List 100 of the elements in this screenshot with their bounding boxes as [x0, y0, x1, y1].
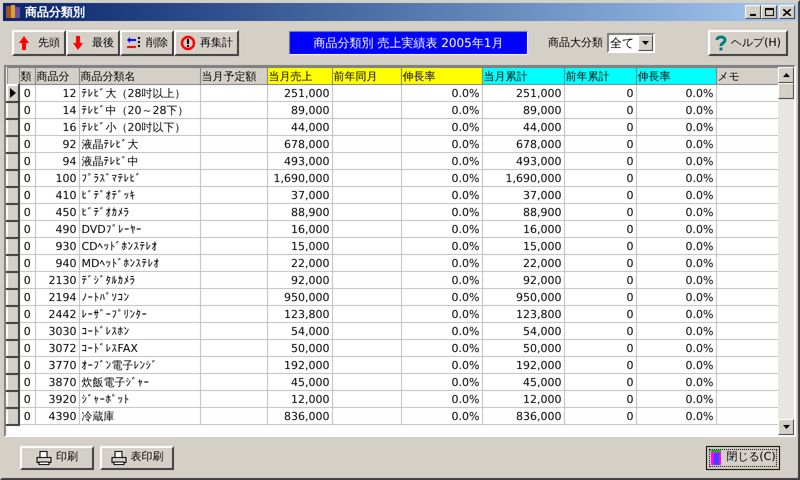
table-cell: 836,000 — [267, 408, 332, 424]
table-cell: 930 — [35, 238, 79, 254]
table-cell: ﾃﾞｼﾞﾀﾙｶﾒﾗ — [79, 272, 200, 288]
table-cell: 0.0% — [636, 374, 716, 390]
print-button[interactable]: 表印刷 — [100, 446, 174, 470]
table-cell: CDﾍｯﾄﾞﾎﾝｽﾃﾚｵ — [79, 238, 200, 254]
close-window-button[interactable]: 閉じる(C) — [706, 446, 780, 470]
table-cell: 490 — [35, 220, 79, 238]
minimize-button[interactable] — [745, 5, 761, 19]
table-cell: 0 — [564, 288, 636, 306]
table-cell: 22,000 — [267, 254, 332, 272]
column-header[interactable]: 商品分 — [35, 68, 79, 84]
table-cell: 0.0% — [401, 238, 482, 254]
table-cell: 0 — [19, 288, 35, 306]
table-cell: 0 — [564, 356, 636, 374]
table-cell: 0.0% — [636, 356, 716, 374]
table-cell: 0.0% — [401, 408, 482, 424]
table-cell: 2194 — [35, 288, 79, 306]
maximize-button[interactable] — [761, 5, 777, 19]
table-cell: 44,000 — [482, 118, 564, 136]
column-header[interactable]: 前年同月 — [332, 68, 401, 84]
scrollbar-thumb[interactable] — [778, 83, 794, 99]
table-cell: 94 — [35, 152, 79, 170]
table-cell: 3870 — [35, 374, 79, 390]
table-cell: 0.0% — [401, 84, 482, 102]
table-cell: 0 — [564, 186, 636, 204]
row-selector[interactable] — [7, 84, 19, 102]
scroll-up-icon[interactable] — [782, 73, 790, 77]
column-header[interactable]: 商品分類名 — [79, 68, 200, 84]
column-header[interactable]: 伸長率 — [636, 68, 716, 84]
table-cell: 0 — [564, 152, 636, 170]
toolbar-button[interactable]: 削除 — [120, 30, 174, 56]
toolbar-button[interactable]: 再集計 — [174, 30, 239, 56]
toolbar-button[interactable]: 最後 — [66, 30, 120, 56]
table-cell: 678,000 — [482, 136, 564, 152]
table-cell: ﾃﾚﾋﾞ大（28吋以上） — [79, 84, 200, 102]
table-cell: 54,000 — [482, 322, 564, 340]
table-cell: 液晶ﾃﾚﾋﾞ大 — [79, 136, 200, 152]
table-cell: 0 — [19, 102, 35, 118]
table-cell: 0.0% — [401, 220, 482, 238]
table-cell: 0 — [564, 170, 636, 186]
table-cell: 12 — [35, 84, 79, 102]
table-cell: 炊飯電子ｼﾞｬｰ — [79, 374, 200, 390]
close-button[interactable] — [779, 5, 795, 19]
table-cell: 4390 — [35, 408, 79, 424]
current-row-icon — [10, 88, 16, 98]
table-cell: 0.0% — [401, 118, 482, 136]
table-cell: 92 — [35, 136, 79, 152]
table-cell: 0 — [564, 322, 636, 340]
table-cell: 678,000 — [267, 136, 332, 152]
table-cell: 123,800 — [267, 306, 332, 322]
window-title: 商品分類別 — [25, 4, 85, 21]
table-cell: DVDﾌﾟﾚｰﾔｰ — [79, 220, 200, 238]
table-cell: 410 — [35, 186, 79, 204]
table-cell: 0 — [19, 186, 35, 204]
column-header[interactable]: 類 — [19, 68, 35, 84]
table-cell: 0.0% — [401, 254, 482, 272]
column-header[interactable]: 前年累計 — [564, 68, 636, 84]
help-button[interactable]: ヘルプ(H) — [708, 30, 788, 56]
vertical-scrollbar[interactable] — [778, 67, 794, 435]
category-dropdown[interactable]: 全て — [607, 33, 655, 53]
column-header[interactable]: 当月売上 — [267, 68, 332, 84]
column-header[interactable]: 当月予定額 — [200, 68, 267, 84]
table-cell: 2442 — [35, 306, 79, 322]
table-cell: 44,000 — [267, 118, 332, 136]
column-header[interactable]: 伸長率 — [401, 68, 482, 84]
table-cell: 14 — [35, 102, 79, 118]
table-cell: 15,000 — [267, 238, 332, 254]
table-cell: ﾃﾚﾋﾞ中（20～28下） — [79, 102, 200, 118]
table-cell: ｼﾞｬｰﾎﾟｯﾄ — [79, 390, 200, 408]
table-cell: 0.0% — [636, 306, 716, 322]
table-cell: 0 — [564, 102, 636, 118]
table-cell: 0 — [19, 390, 35, 408]
table-cell: 251,000 — [482, 84, 564, 102]
scroll-down-icon[interactable] — [782, 425, 790, 429]
table-cell: 88,900 — [482, 204, 564, 220]
table-cell: 3072 — [35, 340, 79, 356]
table-cell: 0.0% — [401, 204, 482, 220]
table-cell: 192,000 — [482, 356, 564, 374]
toolbar-button[interactable]: 先頭 — [12, 30, 66, 56]
table-cell: 0 — [19, 254, 35, 272]
table-cell: 1,690,000 — [482, 170, 564, 186]
table-cell: 92,000 — [267, 272, 332, 288]
table-cell: 89,000 — [482, 102, 564, 118]
table-cell: 0.0% — [401, 102, 482, 118]
table-cell: 0 — [19, 136, 35, 152]
table-cell: 0 — [19, 374, 35, 390]
table-cell: 0 — [564, 272, 636, 288]
table-cell: 940 — [35, 254, 79, 272]
column-header[interactable]: メモ — [716, 68, 778, 84]
table-cell: 100 — [35, 170, 79, 186]
table-cell: 0 — [19, 220, 35, 238]
table-cell: 45,000 — [482, 374, 564, 390]
table-cell: 0 — [564, 204, 636, 220]
table-cell: 0.0% — [401, 170, 482, 186]
table-cell: 950,000 — [482, 288, 564, 306]
column-header[interactable]: 当月累計 — [482, 68, 564, 84]
table-cell: ﾚｰｻﾞｰﾌﾟﾘﾝﾀｰ — [79, 306, 200, 322]
print-button[interactable]: 印刷 — [20, 446, 94, 470]
table-cell: 0 — [564, 340, 636, 356]
